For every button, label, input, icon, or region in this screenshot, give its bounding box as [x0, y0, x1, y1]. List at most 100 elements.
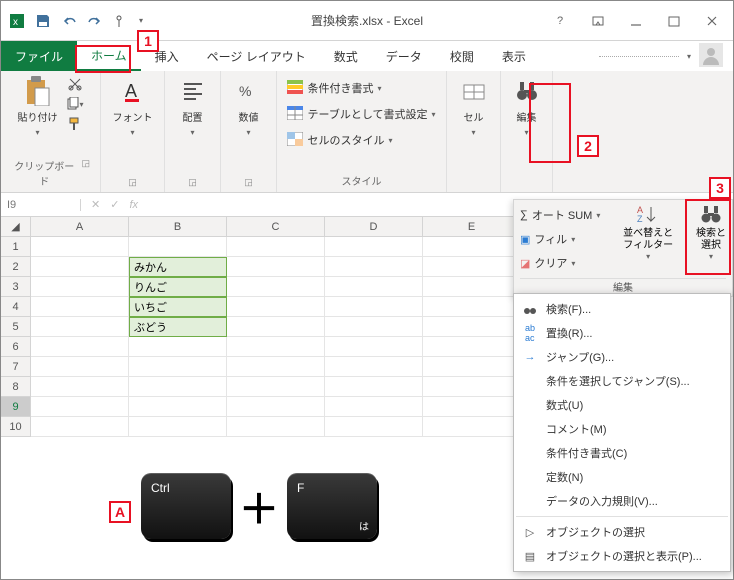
row-head[interactable]: 4 — [1, 297, 31, 317]
dialog-launcher-icon[interactable]: ◲ — [188, 177, 197, 188]
cut-icon[interactable] — [66, 77, 84, 91]
tab-formulas[interactable]: 数式 — [320, 41, 372, 71]
maximize-icon[interactable] — [665, 12, 683, 30]
undo-icon[interactable] — [61, 13, 77, 29]
cell[interactable] — [31, 297, 129, 317]
paste-button[interactable]: 貼り付け ▾ — [18, 77, 58, 137]
ribbon-display-icon[interactable] — [589, 12, 607, 30]
menu-selection-pane[interactable]: ▤オブジェクトの選択と表示(P)... — [514, 544, 730, 568]
cell[interactable] — [227, 317, 325, 337]
cell-b2[interactable]: みかん — [129, 257, 227, 277]
col-head-c[interactable]: C — [227, 217, 325, 236]
cell-b4[interactable]: いちご — [129, 297, 227, 317]
col-head-d[interactable]: D — [325, 217, 423, 236]
dialog-launcher-icon[interactable]: ◲ — [128, 177, 137, 188]
autosum-button[interactable]: ∑オート SUM ▾ — [520, 204, 600, 226]
cell-styles-button[interactable]: セルのスタイル▾ — [287, 129, 435, 151]
menu-find[interactable]: 検索(F)... — [514, 297, 730, 321]
cell[interactable] — [423, 417, 521, 437]
menu-replace[interactable]: abac置換(R)... — [514, 321, 730, 345]
cell[interactable] — [31, 237, 129, 257]
save-icon[interactable] — [35, 13, 51, 29]
cell[interactable] — [325, 257, 423, 277]
cell[interactable] — [325, 277, 423, 297]
format-painter-icon[interactable] — [66, 117, 84, 131]
cell[interactable] — [31, 377, 129, 397]
cell[interactable] — [31, 277, 129, 297]
menu-goto[interactable]: →ジャンプ(G)... — [514, 345, 730, 369]
sort-filter-button[interactable]: AZ 並べ替えと フィルター▾ — [623, 204, 673, 274]
cell[interactable] — [227, 237, 325, 257]
cell[interactable] — [31, 337, 129, 357]
cell[interactable] — [325, 317, 423, 337]
cell[interactable] — [227, 357, 325, 377]
cell[interactable] — [423, 317, 521, 337]
name-box[interactable]: I9 — [1, 199, 81, 211]
row-head[interactable]: 1 — [1, 237, 31, 257]
menu-validation[interactable]: データの入力規則(V)... — [514, 489, 730, 513]
cell[interactable] — [423, 297, 521, 317]
menu-select-objects[interactable]: ▷オブジェクトの選択 — [514, 520, 730, 544]
cell[interactable] — [423, 337, 521, 357]
cell[interactable] — [423, 277, 521, 297]
touch-mode-icon[interactable] — [113, 13, 129, 29]
cell[interactable] — [31, 417, 129, 437]
cell[interactable] — [227, 257, 325, 277]
cell[interactable] — [129, 417, 227, 437]
qat-dropdown-icon[interactable]: ▾ — [139, 16, 143, 25]
cell[interactable] — [31, 317, 129, 337]
cell[interactable] — [129, 377, 227, 397]
menu-goto-special[interactable]: 条件を選択してジャンプ(S)... — [514, 369, 730, 393]
row-head[interactable]: 8 — [1, 377, 31, 397]
tab-layout[interactable]: ページ レイアウト — [193, 41, 320, 71]
menu-comments[interactable]: コメント(M) — [514, 417, 730, 441]
cell[interactable] — [227, 397, 325, 417]
cell[interactable] — [325, 237, 423, 257]
tab-view[interactable]: 表示 — [488, 41, 540, 71]
tab-data[interactable]: データ — [372, 41, 436, 71]
dialog-launcher-icon[interactable]: ◲ — [81, 158, 90, 188]
cell[interactable] — [325, 377, 423, 397]
tab-review[interactable]: 校閲 — [436, 41, 488, 71]
cell[interactable] — [227, 417, 325, 437]
alignment-button[interactable]: 配置▾ — [179, 77, 207, 137]
close-icon[interactable] — [703, 12, 721, 30]
cell[interactable] — [423, 237, 521, 257]
cell[interactable] — [31, 257, 129, 277]
cell[interactable] — [227, 297, 325, 317]
cell-b3[interactable]: りんご — [129, 277, 227, 297]
cell[interactable] — [325, 357, 423, 377]
fx-icon[interactable]: fx — [129, 199, 138, 211]
cell[interactable] — [325, 337, 423, 357]
row-head[interactable]: 3 — [1, 277, 31, 297]
select-all[interactable]: ◢ — [1, 217, 31, 237]
menu-cond-fmt[interactable]: 条件付き書式(C) — [514, 441, 730, 465]
copy-icon[interactable]: ▾ — [66, 97, 84, 111]
row-head[interactable]: 10 — [1, 417, 31, 437]
redo-icon[interactable] — [87, 13, 103, 29]
cells-button[interactable]: セル▾ — [460, 77, 488, 137]
dialog-launcher-icon[interactable]: ◲ — [244, 177, 253, 188]
menu-constants[interactable]: 定数(N) — [514, 465, 730, 489]
cell[interactable] — [227, 337, 325, 357]
row-head[interactable]: 9 — [1, 397, 31, 417]
clear-button[interactable]: ◪クリア ▾ — [520, 252, 600, 274]
cell[interactable] — [325, 397, 423, 417]
minimize-icon[interactable] — [627, 12, 645, 30]
cell[interactable] — [325, 417, 423, 437]
cell-b5[interactable]: ぶどう — [129, 317, 227, 337]
col-head-b[interactable]: B — [129, 217, 227, 236]
number-button[interactable]: % 数値▾ — [235, 77, 263, 137]
cell[interactable] — [129, 357, 227, 377]
col-head-a[interactable]: A — [31, 217, 129, 236]
cell[interactable] — [423, 397, 521, 417]
font-button[interactable]: A フォント▾ — [113, 77, 153, 137]
cell[interactable] — [423, 357, 521, 377]
row-head[interactable]: 5 — [1, 317, 31, 337]
help-icon[interactable]: ? — [551, 12, 569, 30]
fill-button[interactable]: ▣フィル ▾ — [520, 228, 600, 250]
cell[interactable] — [31, 357, 129, 377]
cell[interactable] — [129, 397, 227, 417]
conditional-formatting-button[interactable]: 条件付き書式▾ — [287, 77, 435, 99]
format-as-table-button[interactable]: テーブルとして書式設定▾ — [287, 103, 435, 125]
